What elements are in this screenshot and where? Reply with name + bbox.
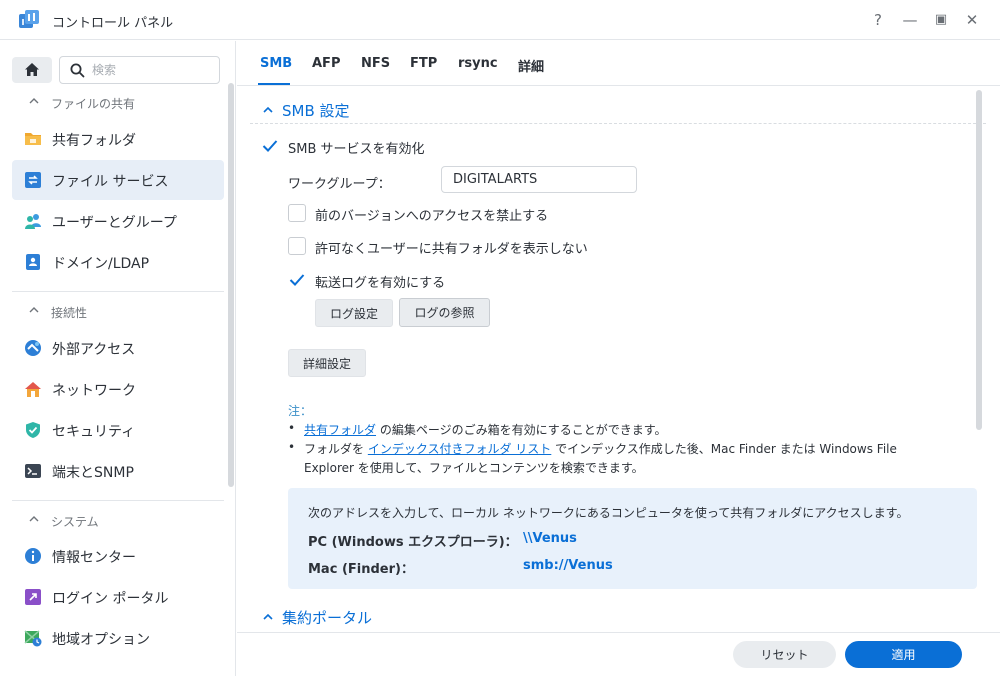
domain-icon [26,254,40,270]
sidebar-item-login-portal[interactable]: ログイン ポータル [12,577,224,617]
disable-prev-versions-checkbox[interactable]: 前のバージョンへのアクセスを禁止する [288,203,568,224]
indexed-folder-list-link[interactable]: インデックス付きフォルダ リスト [368,442,551,456]
security-shield-icon [26,422,40,438]
network-icon [25,382,41,397]
workgroup-input[interactable] [441,166,637,193]
smb-section-header[interactable]: SMB 設定 [262,100,350,121]
users-icon [25,214,41,229]
help-button[interactable]: ? [868,10,888,30]
footer-border [237,632,1000,633]
portal-section-title: 集約ポータル [282,609,373,627]
minimize-button[interactable]: — [900,10,920,30]
pc-address-label: PC (Windows エクスプローラ)： [308,535,518,550]
portal-section-header[interactable]: 集約ポータル [262,607,372,628]
external-access-icon [25,340,41,356]
sidebar-item-external-access[interactable]: 外部アクセス [12,328,224,368]
tab-advanced[interactable]: 詳細 [518,56,544,75]
search-box[interactable] [59,56,220,84]
chevron-up-icon [263,613,273,620]
transfer-log-checkbox[interactable]: 転送ログを有効にする [288,270,488,291]
chevron-up-icon [29,307,39,313]
note-heading: 注： [288,404,313,418]
tab-ftp[interactable]: FTP [410,56,437,71]
sidebar-divider [12,500,224,501]
regional-options-icon [24,630,42,647]
tab-afp[interactable]: AFP [312,56,340,71]
terminal-icon [25,464,41,478]
chevron-up-icon [29,516,39,522]
sidebar-item-info-center[interactable]: 情報センター [12,536,224,576]
home-icon [25,63,39,76]
reset-button[interactable]: リセット [733,641,836,668]
folder-icon [25,133,41,145]
group-header-connectivity[interactable]: 接続性 [0,302,224,324]
tab-smb[interactable]: SMB [260,56,292,71]
chevron-up-icon [29,98,39,104]
sidebar-item-shared-folder[interactable]: 共有フォルダ [12,119,224,159]
sidebar-item-users-groups[interactable]: ユーザーとグループ [12,201,224,241]
tab-rsync[interactable]: rsync [458,56,498,71]
hide-unauthorized-folders-checkbox[interactable]: 許可なくユーザーに共有フォルダを表示しない [288,236,588,257]
sidebar-item-file-services[interactable]: ファイル サービス [12,160,224,200]
access-info-box: 次のアドレスを入力して、ローカル ネットワークにあるコンピュータを使って共有フォ… [288,488,977,589]
sidebar-item-terminal-snmp[interactable]: 端末とSNMP [12,451,224,491]
sidebar-item-network[interactable]: ネットワーク [12,369,224,409]
section-divider [250,123,986,124]
mac-address-label: Mac (Finder)： [308,562,414,577]
sidebar-item-security[interactable]: セキュリティ [12,410,224,450]
main-scrollbar[interactable] [976,90,982,430]
pc-address-value[interactable]: \\Venus [523,531,577,546]
close-button[interactable]: ✕ [962,10,982,30]
advanced-settings-button[interactable]: 詳細設定 [288,349,366,377]
group-header-file-sharing[interactable]: ファイルの共有 [0,93,224,115]
search-input[interactable] [92,61,212,79]
checkmark-icon [289,274,305,286]
access-info-text: 次のアドレスを入力して、ローカル ネットワークにあるコンピュータを使って共有フォ… [308,506,909,520]
enable-smb-checkbox[interactable]: SMB サービスを有効化 [261,136,461,157]
sidebar-scrollbar[interactable] [228,83,234,487]
checkbox-box [288,204,306,222]
sidebar: ファイルの共有 共有フォルダ ファイル サービス ユーザーとグループ ド [0,41,236,676]
apply-button[interactable]: 適用 [845,641,962,668]
smb-section-title: SMB 設定 [282,102,350,120]
login-portal-icon [25,589,41,605]
group-header-system[interactable]: システム [0,511,224,533]
checkbox-box [288,237,306,255]
sidebar-item-domain-ldap[interactable]: ドメイン/LDAP [12,242,224,282]
chevron-up-icon [263,106,273,113]
checkmark-icon [262,140,278,152]
file-services-icon [25,172,41,188]
control-panel-icon [19,10,39,28]
tab-nfs[interactable]: NFS [361,56,390,71]
view-logs-button[interactable]: ログの参照 [399,298,490,327]
workgroup-label: ワークグループ： [288,177,391,192]
sidebar-item-regional-options[interactable]: 地域オプション [12,618,224,658]
title-bar: コントロール パネル ? — ▣ ✕ [0,0,1000,40]
window-title: コントロール パネル [52,16,174,31]
shared-folder-link[interactable]: 共有フォルダ [304,423,376,437]
mac-address-value[interactable]: smb://Venus [523,558,613,573]
sidebar-divider [12,291,224,292]
tab-bar-border [237,85,1000,86]
search-icon [70,63,85,78]
log-settings-button[interactable]: ログ設定 [315,299,393,327]
info-icon [25,548,41,564]
maximize-button[interactable]: ▣ [931,10,951,30]
home-button[interactable] [12,57,52,83]
